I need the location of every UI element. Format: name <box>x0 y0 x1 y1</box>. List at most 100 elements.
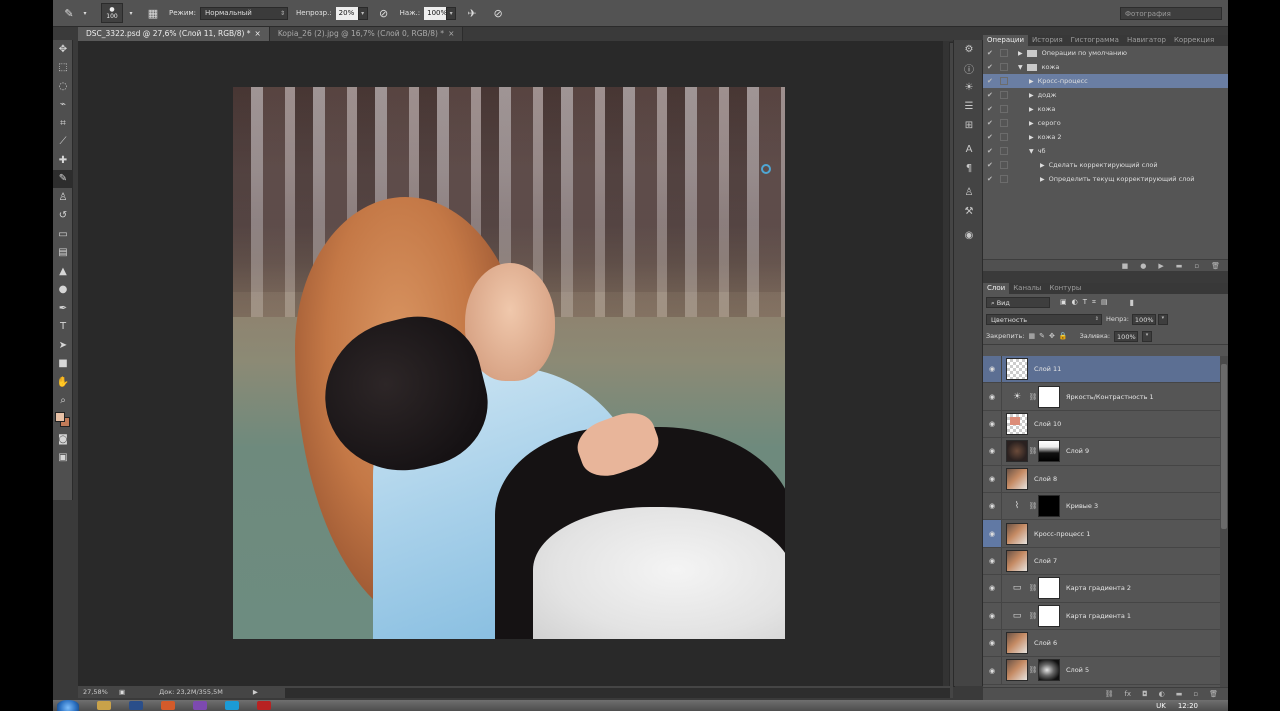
layer-mask-thumbnail[interactable] <box>1038 495 1060 518</box>
collapsed-triangle-icon[interactable]: ▶ <box>1029 92 1034 99</box>
eye-icon[interactable]: ◉ <box>983 584 1001 592</box>
tab-paths[interactable]: Контуры <box>1045 283 1085 294</box>
layer-thumbnail[interactable] <box>1006 549 1028 572</box>
tablet-pressure-opacity-icon[interactable]: ⊘ <box>376 5 392 21</box>
tab-dsc-3322[interactable]: DSC_3322.psd @ 27,6% (Слой 11, RGB/8) * × <box>78 27 270 41</box>
status-menu-arrow-icon[interactable]: ▶ <box>253 688 258 696</box>
adjustments-panel-icon[interactable]: ☀ <box>954 78 984 97</box>
action-row[interactable]: ✔ ▼ кожа <box>983 60 1228 74</box>
check-icon[interactable]: ✔ <box>987 105 998 113</box>
check-icon[interactable]: ✔ <box>987 175 998 183</box>
styles-panel-icon[interactable]: ◉ <box>954 226 984 245</box>
layer-name[interactable]: Слой 6 <box>1034 639 1057 647</box>
dialog-toggle[interactable] <box>1000 77 1008 85</box>
dialog-toggle[interactable] <box>1000 63 1008 71</box>
close-icon[interactable]: × <box>448 29 454 38</box>
layer-row[interactable]: ◉ Слой 11 <box>983 356 1220 384</box>
layer-mask-thumbnail[interactable] <box>1038 440 1060 463</box>
blur-tool-icon[interactable]: ▲ <box>53 262 73 281</box>
brush-presets-icon[interactable]: ⊞ <box>954 116 984 135</box>
firefox-icon[interactable] <box>161 701 175 710</box>
visibility-toggle[interactable]: ◉ <box>983 383 1002 411</box>
layer-thumbnail[interactable] <box>1006 358 1028 381</box>
skype-icon[interactable] <box>225 701 239 710</box>
new-adjustment-layer-icon[interactable]: ◐ <box>1159 690 1165 698</box>
fill-dropdown-icon[interactable]: ▾ <box>1142 330 1153 342</box>
canvas-vertical-scrollbar[interactable] <box>943 41 955 687</box>
check-icon[interactable]: ✔ <box>987 147 998 155</box>
adjustment-filter-icon[interactable]: ◐ <box>1072 298 1078 307</box>
layer-thumbnail[interactable] <box>1006 632 1028 655</box>
dialog-toggle[interactable] <box>1000 49 1008 57</box>
layer-name[interactable]: Кривые 3 <box>1066 502 1098 510</box>
check-icon[interactable]: ✔ <box>987 77 998 85</box>
layer-row[interactable]: ◉ ▭ ⛓ Карта градиента 2 <box>983 574 1220 603</box>
info-panel-icon[interactable]: ⓘ <box>954 59 984 78</box>
fill-input[interactable]: 100% <box>1114 330 1139 342</box>
layer-row[interactable]: ◉ Слой 7 <box>983 547 1220 576</box>
layer-row[interactable]: ◉ ▭ ⛓ Карта градиента 1 <box>983 602 1220 630</box>
action-row[interactable]: ✔ ▶ Определить текущ корректирующий слой <box>983 172 1228 186</box>
zoom-readout[interactable]: 27,58% <box>83 688 115 696</box>
trash-icon[interactable]: 🗑 <box>1211 262 1220 270</box>
new-group-icon[interactable]: ▬ <box>1176 690 1183 698</box>
action-row[interactable]: ✔ ▶ Кросс-процесс <box>983 74 1228 88</box>
gradient-map-icon[interactable]: ▭ <box>1006 577 1028 599</box>
visibility-toggle[interactable]: ◉ <box>983 520 1002 548</box>
eye-icon[interactable]: ◉ <box>983 612 1001 620</box>
explorer-icon[interactable] <box>97 701 111 710</box>
eye-icon[interactable]: ◉ <box>983 639 1001 647</box>
layer-row[interactable]: ◉ Слой 8 <box>983 465 1220 493</box>
visibility-toggle[interactable]: ◉ <box>983 657 1002 684</box>
layer-row[interactable]: ◉ ⌇ ⛓ Кривые 3 <box>983 492 1220 521</box>
visibility-toggle[interactable]: ◉ <box>983 410 1002 438</box>
gradient-map-icon[interactable]: ▭ <box>1006 605 1028 627</box>
blend-mode-select[interactable]: Нормальный ⇕ <box>200 6 289 20</box>
dialog-toggle[interactable] <box>1000 133 1008 141</box>
viber-icon[interactable] <box>193 701 207 710</box>
lasso-tool-icon[interactable]: ◌ <box>53 77 73 96</box>
expanded-triangle-icon[interactable]: ▼ <box>1018 64 1023 71</box>
brightness-icon[interactable]: ☀ <box>1006 386 1028 408</box>
layer-name[interactable]: Слой 11 <box>1034 365 1061 373</box>
path-selection-tool-icon[interactable]: ➤ <box>53 336 73 355</box>
layer-thumbnail[interactable] <box>1006 522 1028 545</box>
character-panel-icon[interactable]: A <box>954 140 984 159</box>
play-icon[interactable]: ▶ <box>1158 262 1163 270</box>
paragraph-panel-icon[interactable]: ¶ <box>954 159 984 178</box>
mask-link-icon[interactable]: ⛓ <box>1028 447 1038 455</box>
airbrush-icon[interactable]: ✈ <box>464 5 480 21</box>
layer-thumbnail[interactable] <box>1006 412 1028 435</box>
tab-correction[interactable]: Коррекция <box>1170 35 1218 46</box>
layer-row[interactable]: ◉ Кросс-процесс 1 <box>983 520 1220 548</box>
mask-link-icon[interactable]: ⛓ <box>1028 502 1038 510</box>
tab-navigator[interactable]: Навигатор <box>1123 35 1170 46</box>
photoshop-taskbar-icon[interactable] <box>129 701 143 710</box>
mask-link-icon[interactable]: ⛓ <box>1028 612 1038 620</box>
dialog-toggle[interactable] <box>1000 119 1008 127</box>
check-icon[interactable]: ✔ <box>987 63 998 71</box>
layer-name[interactable]: Слой 7 <box>1034 557 1057 565</box>
eye-icon[interactable]: ◉ <box>983 365 1001 373</box>
eyedropper-tool-icon[interactable]: ⟋ <box>53 133 73 152</box>
collapsed-triangle-icon[interactable]: ▶ <box>1040 162 1045 169</box>
add-mask-icon[interactable]: ◘ <box>1142 690 1148 698</box>
marquee-tool-icon[interactable]: ⬚ <box>53 59 73 78</box>
collapsed-triangle-icon[interactable]: ▶ <box>1029 106 1034 113</box>
layer-mask-thumbnail[interactable] <box>1038 659 1060 682</box>
clock[interactable]: 12:20 <box>1178 702 1198 710</box>
visibility-toggle[interactable]: ◉ <box>983 492 1002 520</box>
layer-mask-thumbnail[interactable] <box>1038 604 1060 627</box>
canvas-horizontal-scrollbar[interactable] <box>285 688 950 698</box>
color-swatches[interactable] <box>53 410 73 430</box>
layer-name[interactable]: Слой 5 <box>1066 666 1089 674</box>
eye-icon[interactable]: ◉ <box>983 502 1001 510</box>
pen-tool-icon[interactable]: ✒ <box>53 299 73 318</box>
lock-all-icon[interactable]: 🔒 <box>1059 332 1068 340</box>
brush-tool-icon[interactable]: ✎ <box>61 5 77 21</box>
stop-icon[interactable]: ■ <box>1122 262 1129 270</box>
collapsed-triangle-icon[interactable]: ▶ <box>1018 50 1023 57</box>
action-row[interactable]: ✔ ▶ Сделать корректирующий слой <box>983 158 1228 172</box>
eye-icon[interactable]: ◉ <box>983 530 1001 538</box>
mask-link-icon[interactable]: ⛓ <box>1028 666 1038 674</box>
